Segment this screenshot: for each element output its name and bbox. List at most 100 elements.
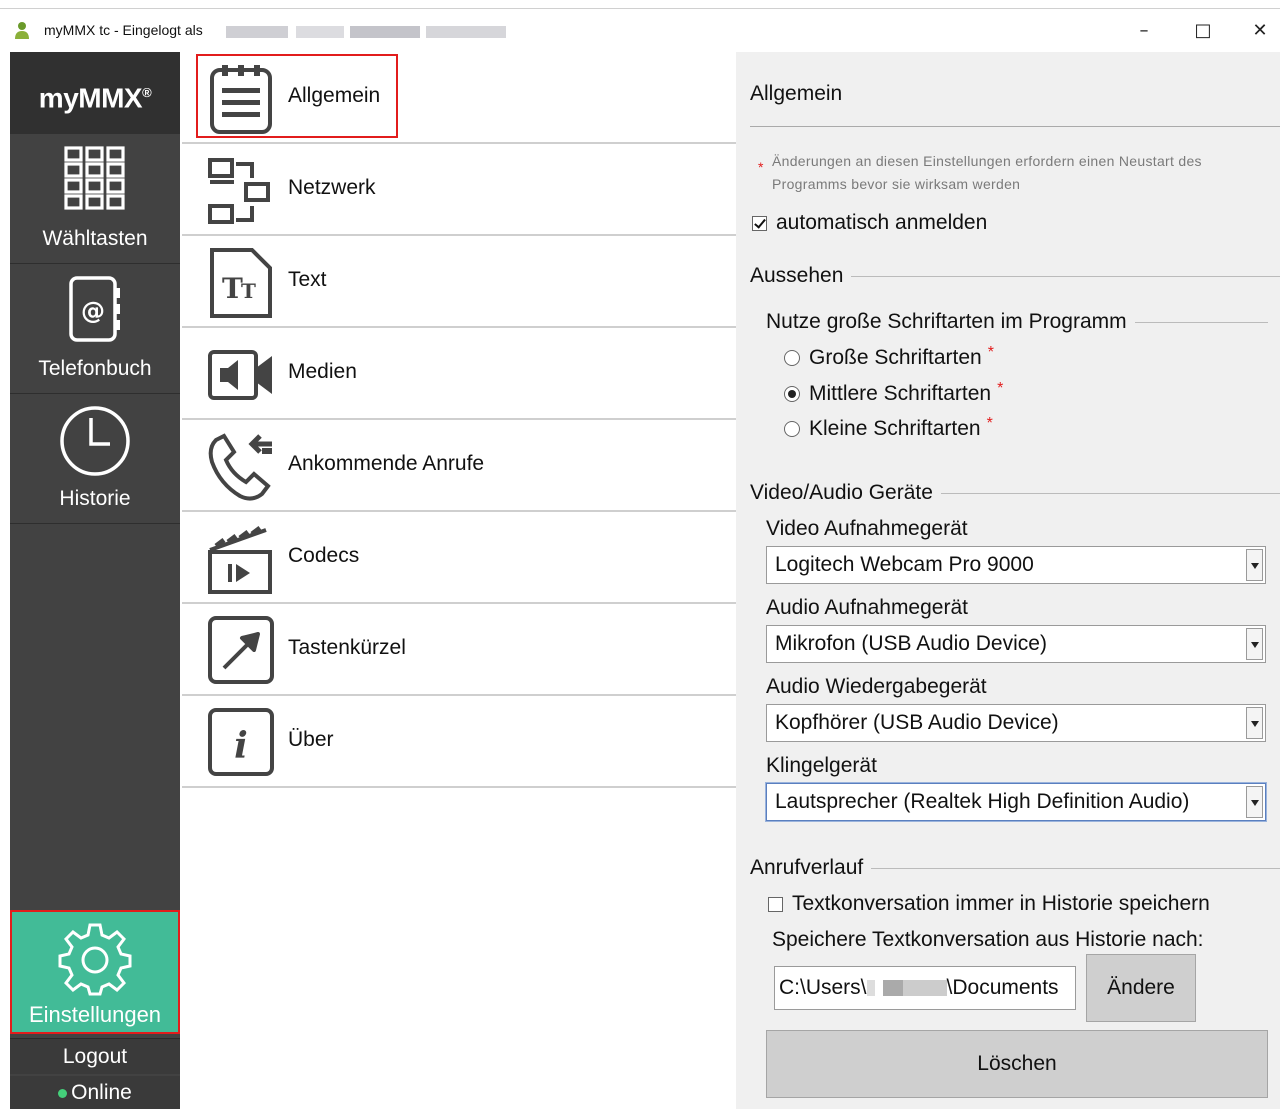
menu-item-label: Netzwerk [288,176,376,199]
save-text-checkbox[interactable]: Textkonversation immer in Historie speic… [768,892,1210,916]
section-aussehen: Aussehen [750,264,1280,288]
radio-label: Kleine Schriftarten [809,417,981,440]
incoming-call-icon [208,433,272,501]
section-anrufverlauf: Anrufverlauf [750,856,1280,880]
menu-item-allgemein[interactable]: Allgemein [182,52,736,144]
checkbox-icon[interactable] [768,896,783,912]
radio-selected-icon[interactable] [784,386,800,402]
select-value: Logitech Webcam Pro 9000 [775,553,1034,576]
video-device-select[interactable]: Logitech Webcam Pro 9000 [766,546,1266,584]
section-title: Video/Audio Geräte [750,481,933,504]
delete-history-button[interactable]: Löschen [766,1030,1268,1098]
required-star: * [986,415,993,432]
logo-text: myMMX [38,82,143,114]
info-icon: i [208,708,274,776]
svg-text:T: T [222,272,243,305]
redacted-username [426,26,506,38]
checkbox-checked-icon[interactable] [752,215,767,231]
gear-icon [58,923,132,996]
select-value: Lautsprecher (Realtek High Definition Au… [775,790,1190,813]
required-star: * [758,159,764,175]
minimize-button[interactable]: – [1124,19,1164,43]
auto-login-label: automatisch anmelden [776,211,988,234]
shortcut-icon [208,616,274,684]
svg-text:T: T [241,279,256,303]
status-indicator: Online [10,1076,180,1109]
ring-device-select[interactable]: Lautsprecher (Realtek High Definition Au… [766,783,1266,821]
online-dot-icon [58,1088,68,1098]
menu-item-ankommende-anrufe[interactable]: Ankommende Anrufe [182,420,736,512]
menu-item-ueber[interactable]: i Über [182,696,736,788]
auto-login-checkbox[interactable]: automatisch anmelden [752,211,987,235]
notepad-icon [210,65,272,134]
redacted-username [866,980,947,997]
settings-panel: Allgemein * Änderungen an diesen Einstel… [736,52,1280,1109]
logo-trademark: ® [142,85,152,100]
sidebar-item-einstellungen[interactable]: Einstellungen [10,910,180,1034]
menu-item-medien[interactable]: Medien [182,328,736,420]
status-label: Online [71,1081,132,1104]
change-path-button[interactable]: Ändere [1086,954,1196,1022]
logout-button[interactable]: Logout [10,1038,180,1074]
sidebar-item-label: Wähltasten [42,227,148,250]
radio-medium-fonts[interactable]: Mittlere Schriftarten * [784,380,1004,406]
sidebar-item-waehltasten[interactable]: Wähltasten [10,134,180,264]
menu-item-text[interactable]: T T Text [182,236,736,328]
menu-item-label: Codecs [288,544,360,567]
chevron-down-icon[interactable] [1246,786,1263,818]
menu-item-tastenkuerzel[interactable]: Tastenkürzel [182,604,736,696]
clock-icon [60,406,130,476]
save-path-label: Speichere Textkonversation aus Historie … [772,928,1204,951]
section-title: Aussehen [750,264,844,287]
menu-item-label: Tastenkürzel [288,636,406,659]
group-title: Nutze große Schriftarten im Programm [766,310,1127,333]
phonebook-icon: @ [69,276,120,342]
section-video-audio: Video/Audio Geräte [750,481,1280,505]
settings-menu: Allgemein Netzwerk T T Text Medien Ankom… [182,52,736,1109]
svg-text:@: @ [81,297,105,325]
path-prefix: C:\Users\ [779,976,867,999]
sidebar-item-label: Historie [59,487,131,510]
radio-label: Große Schriftarten [809,346,982,369]
chevron-down-icon[interactable] [1246,707,1263,739]
select-value: Kopfhörer (USB Audio Device) [775,711,1059,734]
menu-item-netzwerk[interactable]: Netzwerk [182,144,736,236]
radio-label: Mittlere Schriftarten [809,382,992,405]
redacted-username [226,26,288,38]
divider [750,126,1280,127]
menu-item-label: Über [288,728,334,751]
redacted-username [350,26,420,38]
chevron-down-icon[interactable] [1246,549,1263,581]
font-size-group: Nutze große Schriftarten im Programm [766,310,1268,334]
title-bar: myMMX tc - Eingelogt als – □ ✕ [0,8,1280,52]
select-value: Mikrofon (USB Audio Device) [775,632,1047,655]
sidebar-item-telefonbuch[interactable]: @ Telefonbuch [10,264,180,394]
network-icon [208,158,270,224]
close-button[interactable]: ✕ [1240,19,1280,43]
audio-input-select[interactable]: Mikrofon (USB Audio Device) [766,625,1266,663]
restart-note-text: Änderungen an diesen Einstellungen erfor… [772,153,1202,192]
ring-device-label: Klingelgerät [766,754,877,777]
radio-small-fonts[interactable]: Kleine Schriftarten * [784,415,993,441]
redacted-username [296,26,344,38]
radio-icon[interactable] [784,421,800,437]
required-star: * [997,380,1004,397]
svg-text:i: i [234,725,248,767]
radio-icon[interactable] [784,350,800,366]
restart-note: * Änderungen an diesen Einstellungen erf… [758,150,1280,196]
maximize-button[interactable]: □ [1183,19,1223,43]
window-title: myMMX tc - Eingelogt als [44,22,203,38]
sidebar-item-label: Einstellungen [28,1002,162,1027]
audio-output-select[interactable]: Kopfhörer (USB Audio Device) [766,704,1266,742]
path-suffix: \Documents [946,976,1059,999]
menu-item-label: Medien [288,360,357,383]
panel-title: Allgemein [750,82,843,105]
required-star: * [987,344,994,361]
media-icon [208,350,272,400]
save-path-input[interactable]: C:\Users\ \Documents [774,966,1076,1010]
radio-large-fonts[interactable]: Große Schriftarten * [784,344,994,370]
menu-item-codecs[interactable]: Codecs [182,512,736,604]
sidebar-item-historie[interactable]: Historie [10,394,180,524]
menu-item-label: Text [288,268,327,291]
chevron-down-icon[interactable] [1246,628,1263,660]
